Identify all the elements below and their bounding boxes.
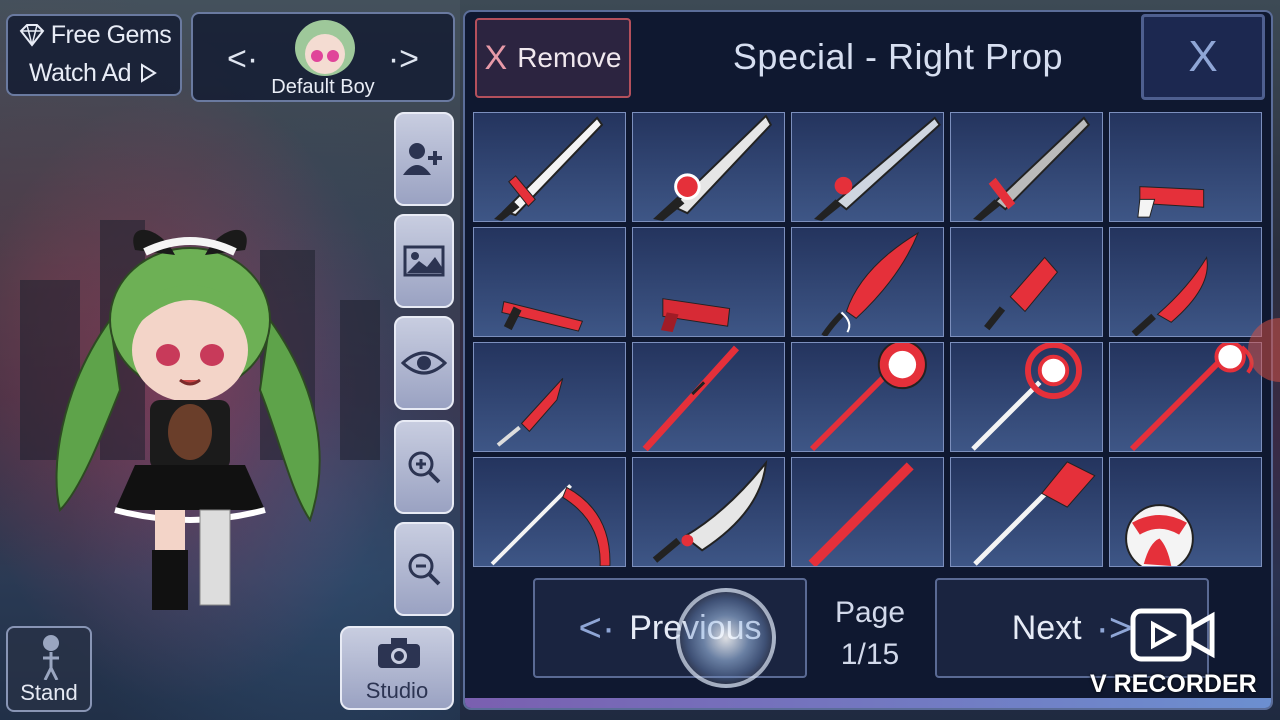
prop-tile[interactable]	[473, 112, 626, 222]
character-name: Default Boy	[271, 76, 375, 98]
watch-ad-label: Watch Ad	[28, 58, 132, 87]
play-icon	[141, 63, 157, 83]
next-character-arrow-icon[interactable]: ·>	[388, 40, 419, 79]
prop-tile[interactable]	[632, 457, 785, 567]
prop-tile[interactable]	[950, 457, 1103, 567]
prop-tile[interactable]	[950, 112, 1103, 222]
sword-icon	[494, 116, 604, 221]
staff-crescent-icon	[1129, 343, 1254, 451]
close-icon: X	[1188, 32, 1218, 81]
page-label: Page	[834, 596, 906, 629]
gem-icon	[19, 24, 45, 47]
studio-button[interactable]: Studio	[340, 626, 454, 710]
recorder-label: V RECORDER	[1090, 670, 1257, 698]
zoom-in-button[interactable]	[394, 420, 454, 514]
prop-tile[interactable]	[950, 342, 1103, 452]
machete-icon	[652, 459, 768, 563]
prop-tile[interactable]	[1109, 457, 1262, 567]
character-avatar[interactable]	[40, 210, 340, 620]
next-label: Next	[1011, 608, 1082, 647]
staff-orb-icon	[809, 343, 927, 451]
add-user-icon	[403, 143, 442, 175]
dagger-icon	[496, 378, 564, 447]
character-head-icon	[295, 20, 355, 76]
prop-tile[interactable]	[791, 112, 944, 222]
prop-tile[interactable]	[473, 227, 626, 337]
video-camera-icon	[1130, 608, 1215, 662]
prop-tile[interactable]	[1109, 342, 1262, 452]
prev-character-arrow-icon[interactable]: <·	[227, 40, 258, 79]
free-gems-button[interactable]: Free Gems Watch Ad	[6, 14, 182, 96]
watch-ad-row: Watch Ad	[8, 54, 180, 92]
sword-icon	[972, 116, 1091, 221]
page-value: 1/15	[840, 638, 900, 671]
shotgun-icon	[501, 301, 584, 332]
pole-icon	[808, 462, 914, 566]
chevron-left-icon: <·	[578, 605, 616, 650]
prop-tile[interactable]	[632, 112, 785, 222]
image-icon	[403, 245, 445, 277]
pistol-icon	[1137, 186, 1205, 218]
visibility-button[interactable]	[394, 316, 454, 410]
cleaver-icon	[984, 256, 1059, 331]
studio-label: Studio	[365, 678, 429, 703]
sword-icon	[813, 116, 941, 221]
touch-indicator	[676, 588, 776, 688]
prop-tile[interactable]	[950, 227, 1103, 337]
free-gems-row: Free Gems	[8, 16, 180, 54]
prop-tile[interactable]	[1109, 227, 1262, 337]
sword-icon	[653, 114, 773, 221]
pose-label: Stand	[20, 680, 78, 705]
shovel-icon	[973, 461, 1096, 566]
scythe-icon	[490, 484, 611, 566]
spear-icon	[642, 345, 740, 451]
camera-icon	[378, 638, 420, 668]
prop-tile[interactable]	[1109, 112, 1262, 222]
stand-pose-icon	[43, 635, 59, 680]
character-selector: <· ·> Default Boy	[191, 12, 455, 102]
close-button[interactable]: X	[1141, 14, 1265, 100]
recorder-watermark: V RECORDER	[1086, 604, 1266, 704]
knife-icon	[1131, 256, 1208, 336]
prop-tile[interactable]	[791, 227, 944, 337]
beach-ball-icon	[1125, 504, 1194, 566]
panel-title: Special - Right Prop	[732, 36, 1064, 77]
background-button[interactable]	[394, 214, 454, 308]
add-character-button[interactable]	[394, 112, 454, 206]
prop-tile[interactable]	[791, 342, 944, 452]
prop-tile[interactable]	[632, 227, 785, 337]
eye-icon	[401, 351, 447, 375]
zoom-out-button[interactable]	[394, 522, 454, 616]
free-gems-label: Free Gems	[50, 20, 172, 49]
panel-header: X Remove Special - Right Prop X	[465, 12, 1271, 104]
remove-button[interactable]: X Remove	[475, 18, 631, 98]
remove-x-icon: X	[484, 38, 508, 77]
prop-tile[interactable]	[473, 457, 626, 567]
zoom-in-icon	[408, 451, 441, 484]
cutlass-icon	[821, 231, 920, 336]
pistol-icon	[660, 298, 731, 333]
remove-label: Remove	[517, 42, 622, 73]
prop-tile[interactable]	[791, 457, 944, 567]
prop-grid	[473, 112, 1265, 567]
staff-target-icon	[971, 343, 1082, 451]
prop-tile[interactable]	[632, 342, 785, 452]
zoom-out-icon	[408, 553, 441, 586]
page-indicator: Page 1/15	[825, 592, 915, 676]
pose-button[interactable]: Stand	[6, 626, 92, 712]
prop-tile[interactable]	[473, 342, 626, 452]
